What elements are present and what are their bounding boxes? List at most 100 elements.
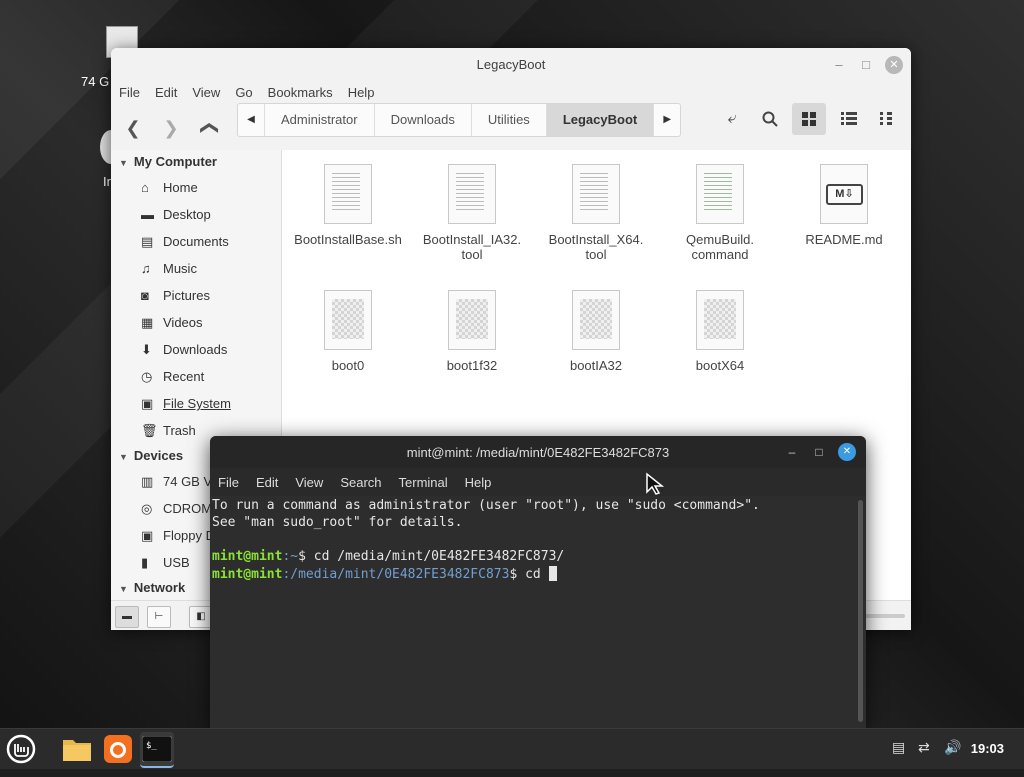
folder-icon (63, 740, 91, 761)
file-item[interactable]: QemuBuild. command (660, 164, 780, 262)
sidebar-item-home[interactable]: ⌂ Home (111, 174, 281, 201)
file-item[interactable]: bootX64 (660, 290, 780, 373)
terminal-menu-terminal[interactable]: Terminal (399, 468, 448, 496)
sidebar-item-recent[interactable]: ◷ Recent (111, 363, 281, 390)
file-item[interactable]: BootInstall_X64. tool (536, 164, 656, 262)
files-launcher[interactable] (60, 732, 94, 766)
search-icon (762, 111, 778, 127)
crumb-administrator[interactable]: Administrator (264, 104, 374, 136)
desktop-icon-label: 74 G (81, 74, 110, 89)
terminal-titlebar[interactable]: mint@mint: /media/mint/0E482FE3482FC873 … (210, 436, 866, 468)
file-name-line2: tool (585, 247, 607, 262)
sidebar-item-desktop[interactable]: ▬ Desktop (111, 201, 281, 228)
terminal-minimize-button[interactable]: – (784, 444, 800, 460)
sidebar-item-downloads[interactable]: ⬇ Downloads (111, 336, 281, 363)
file-item[interactable]: BootInstall_IA32. tool (412, 164, 532, 262)
terminal-menubar: File Edit View Search Terminal Help (210, 468, 866, 496)
terminal-menu-view[interactable]: View (295, 468, 323, 496)
file-name: BootInstall_IA32. (422, 232, 522, 247)
text-cursor (548, 566, 557, 581)
terminal-menu-edit[interactable]: Edit (256, 468, 278, 496)
clock[interactable]: 19:03 (971, 741, 1004, 756)
sidebar-section-my-computer[interactable]: ▼ My Computer (111, 150, 281, 174)
sidebar-item-file-system[interactable]: ▣ File System (111, 390, 281, 417)
terminal-menu-file[interactable]: File (218, 468, 239, 496)
sidebar-item-pictures[interactable]: ◙ Pictures (111, 282, 281, 309)
menu-file[interactable]: File (119, 82, 148, 106)
collapse-triangle-icon: ▼ (119, 584, 128, 594)
file-item[interactable]: boot1f32 (412, 290, 532, 373)
binary-file-icon (324, 290, 372, 350)
up-arrow-icon: ❮ (201, 120, 221, 136)
sidebar-item-documents[interactable]: ▤ Documents (111, 228, 281, 255)
terminal-screen[interactable]: To run a command as administrator (user … (210, 496, 858, 728)
file-name: boot1f32 (446, 358, 498, 373)
taskbar: $_ ▤ ⇄ 🔊 19:03 (0, 728, 1024, 769)
sidebar-item-videos[interactable]: ▦ Videos (111, 309, 281, 336)
menu-button[interactable] (4, 732, 38, 766)
terminal-scrollbar[interactable] (858, 500, 863, 722)
back-button[interactable]: ❮ (119, 114, 147, 142)
terminal-taskbar-button[interactable]: $_ (140, 732, 174, 768)
crumb-downloads[interactable]: Downloads (373, 104, 471, 136)
binary-file-icon (696, 290, 744, 350)
menu-view[interactable]: View (192, 82, 228, 106)
filesystem-icon: ▣ (141, 396, 154, 411)
crumb-legacyboot[interactable]: LegacyBoot (545, 104, 654, 136)
network-tray-icon[interactable]: ⇄ (918, 739, 930, 756)
nemo-titlebar[interactable]: LegacyBoot – □ ✕ (111, 48, 911, 82)
show-treeview-button[interactable]: ⊢ (147, 606, 171, 628)
downloads-icon: ⬇ (141, 342, 152, 357)
forward-button[interactable]: ❯ (157, 114, 185, 142)
volume-tray-icon[interactable]: 🔊 (944, 739, 961, 756)
show-places-button[interactable]: ▬ (115, 606, 139, 628)
firefox-launcher[interactable] (101, 732, 135, 766)
file-item[interactable]: boot0 (288, 290, 408, 373)
terminal-maximize-button[interactable]: □ (811, 444, 827, 460)
recent-icon: ◷ (141, 369, 153, 384)
maximize-button[interactable]: □ (857, 56, 875, 74)
icon-view-button[interactable] (792, 103, 826, 135)
terminal-close-button[interactable]: ✕ (838, 443, 856, 461)
terminal-menu-help[interactable]: Help (465, 468, 492, 496)
sidebar-item-label: Recent (163, 369, 205, 384)
binary-file-icon (448, 290, 496, 350)
folder-icon: ▬ (122, 611, 132, 622)
file-item[interactable]: bootIA32 (536, 290, 656, 373)
terminal-prompt-line: mint@mint:~$ cd /media/mint/0E482FE3482F… (212, 549, 856, 566)
home-icon: ⌂ (141, 180, 149, 195)
breadcrumb-right-arrow-icon[interactable]: ▶ (653, 104, 680, 136)
collapse-triangle-icon: ▼ (119, 452, 128, 462)
desktop-icon: ▬ (141, 207, 154, 222)
up-button[interactable]: ❮ (197, 114, 225, 142)
sidebar-item-label: Trash (163, 423, 196, 438)
breadcrumb: ◀ Administrator Downloads Utilities Lega… (237, 103, 682, 137)
text-file-icon (572, 164, 620, 224)
search-button[interactable] (753, 103, 787, 135)
window-title: LegacyBoot (476, 57, 546, 72)
section-label: Network (133, 580, 186, 595)
breadcrumb-left-arrow-icon[interactable]: ◀ (238, 104, 264, 136)
file-item[interactable]: BootInstallBase.sh (288, 164, 408, 247)
terminal-menu-search[interactable]: Search (340, 468, 381, 496)
minimize-button[interactable]: – (830, 56, 848, 74)
crumb-utilities[interactable]: Utilities (470, 104, 546, 136)
compact-view-button[interactable] (870, 103, 904, 135)
prompt-path: :~ (282, 549, 299, 564)
notes-tray-icon[interactable]: ▤ (892, 739, 905, 756)
terminal-line: To run a command as administrator (user … (212, 498, 760, 513)
collapse-triangle-icon: ▼ (119, 158, 128, 168)
menu-edit[interactable]: Edit (155, 82, 185, 106)
music-icon: ♫ (141, 261, 151, 276)
terminal-title: mint@mint: /media/mint/0E482FE3482FC873 (406, 445, 670, 460)
file-item[interactable]: M⇩ README.md (784, 164, 904, 247)
text-file-icon (324, 164, 372, 224)
grid-icon (802, 111, 816, 126)
list-view-button[interactable] (832, 103, 866, 135)
close-button[interactable]: ✕ (885, 56, 903, 74)
sidebar-item-music[interactable]: ♫ Music (111, 255, 281, 282)
prompt-command: $ cd /media/mint/0E482FE3482FC873/ (298, 549, 565, 564)
toggle-location-button[interactable]: ⤶ (715, 103, 749, 135)
trash-icon: 🗑 (141, 423, 158, 438)
